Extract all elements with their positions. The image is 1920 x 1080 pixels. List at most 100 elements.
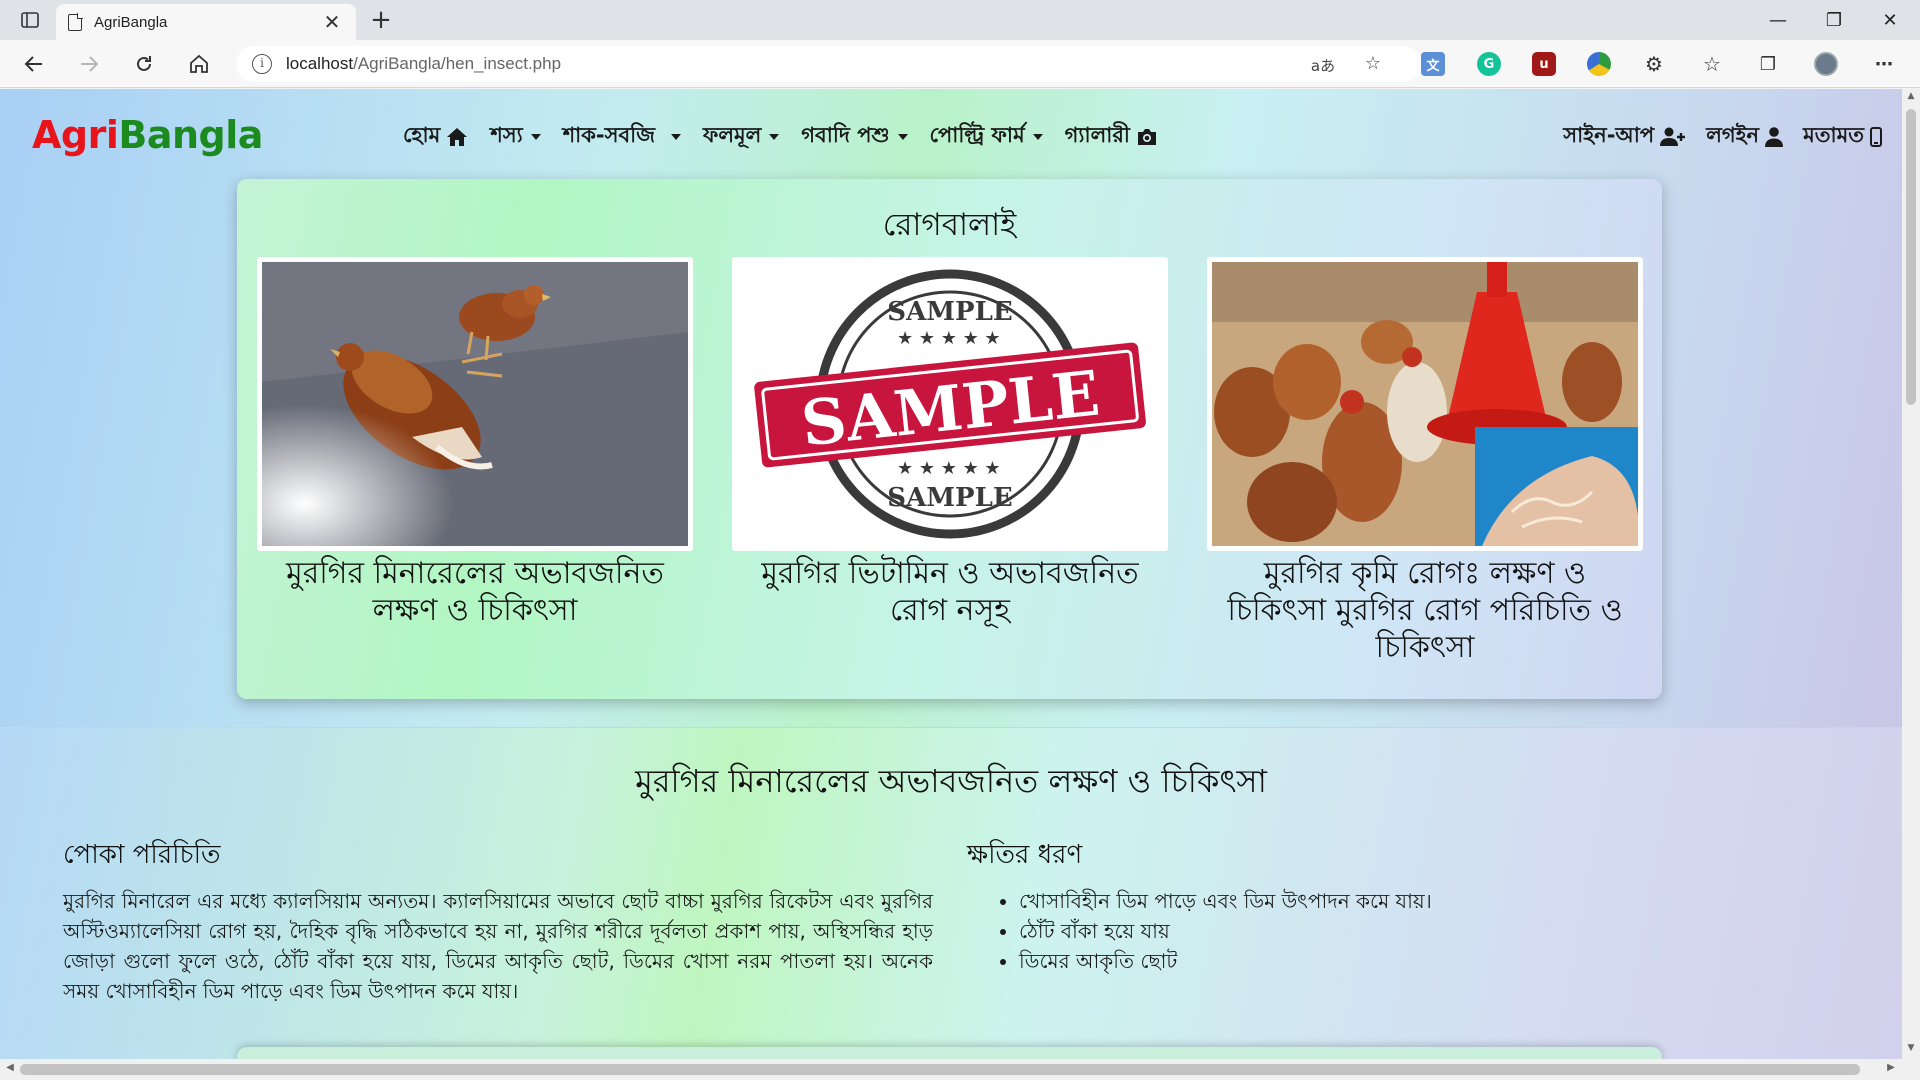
menu-item-fruits[interactable]: ফলমূল [702,119,780,154]
disease-gallery-panel: রোগবালাই মুরগির মিনারেলের অভাবজনিত লক্ষণ… [237,179,1662,699]
caret-down-icon [897,133,908,140]
tab-close-button[interactable]: ✕ [320,10,344,34]
browser-toolbar: i localhost/AgriBangla/hen_insect.php aあ… [0,40,1920,88]
tab-actions-icon [21,12,39,28]
page-icon [68,12,83,31]
vertical-scroll-thumb[interactable] [1906,109,1916,405]
article-section: মুরগির মিনারেলের অভাবজনিত লক্ষণ ও চিকিৎস… [0,727,1902,1059]
scroll-left-icon[interactable]: ◀ [3,1062,17,1073]
login-label: লগইন [1706,123,1760,147]
url-host: localhost [286,54,354,73]
hens-feeder-worms-photo[interactable] [1212,262,1638,546]
vertical-scrollbar[interactable]: ▲ ▼ [1902,89,1920,1059]
caret-down-icon [1032,133,1043,140]
site-info-icon[interactable]: i [252,54,272,74]
tab-title: AgriBangla [94,13,168,31]
more-options-icon[interactable]: ⋯ [1872,52,1896,76]
horizontal-scrollbar[interactable]: ◀ ▶ [0,1059,1920,1080]
menu-item-poultry[interactable]: পোল্ট্রি ফার্ম [930,119,1043,154]
card-caption[interactable]: মুরগির ভিটামিন ও অভাবজনিত রোগ নসূহ [732,555,1168,629]
translate-extension-icon[interactable]: 文 [1421,52,1445,76]
menu-label: হোম [403,123,441,147]
menu-item-gallery[interactable]: গ্যালারী [1065,119,1158,154]
user-icon [1765,126,1784,147]
next-panel-edge [237,1047,1662,1059]
disease-card[interactable]: মুরগির কৃমি রোগঃ লক্ষণ ও চিকিৎসা মুরগির … [1207,257,1643,666]
url-path: /AgriBangla/hen_insect.php [353,54,562,73]
read-aloud-icon[interactable]: aあ [1310,55,1336,77]
camera-icon [1137,128,1156,145]
sick-chickens-photo[interactable] [262,262,688,546]
favorite-add-icon[interactable]: ☆ [1360,53,1386,75]
scroll-right-icon[interactable]: ▶ [1884,1062,1898,1073]
minimize-button[interactable]: — [1750,0,1806,40]
menu-item-vegetables[interactable]: শাক-সবজি [563,119,681,154]
favorites-icon[interactable]: ☆ [1700,52,1724,76]
card-image-frame: SAMPLE SAMPLE ★ ★ ★ ★ ★ ★ ★ ★ ★ ★ SAMPLE [732,257,1168,551]
user-plus-icon [1660,127,1686,146]
profile-avatar[interactable] [1814,52,1838,76]
star-icon: ★ ★ ★ ★ ★ [897,458,1001,479]
menu-label: গ্যালারী [1064,123,1130,147]
home-outline-icon [190,54,208,73]
feedback-link[interactable]: মতামত [1803,119,1882,154]
new-tab-button[interactable]: + [366,6,396,34]
address-bar[interactable]: i localhost/AgriBangla/hen_insect.php aあ… [236,46,1422,82]
insect-intro-column: পোকা পরিচিতি মুরগির মিনারেল এর মধ্যে ক্য… [63,834,933,1006]
disease-card[interactable]: SAMPLE SAMPLE ★ ★ ★ ★ ★ ★ ★ ★ ★ ★ SAMPLE… [732,257,1168,629]
collections-icon[interactable]: ❐ [1756,52,1780,76]
brand-part2: Bangla [118,113,263,157]
feedback-label: মতামত [1803,123,1864,147]
brand-logo[interactable]: AgriBangla [32,113,263,157]
brand-part1: Agri [32,113,119,157]
insect-intro-heading: পোকা পরিচিতি [63,840,221,870]
scroll-down-icon[interactable]: ▼ [1902,1043,1920,1057]
menu-label: গবাদি পশু [801,123,890,147]
site-navbar: AgriBangla হোম শস্য শাক-সবজি ফলমূল গবাদি… [0,89,1902,177]
refresh-button[interactable] [127,48,161,80]
tab-actions-button[interactable] [14,8,46,32]
signup-link[interactable]: সাইন-আপ [1563,119,1686,154]
home-button[interactable] [182,48,216,80]
list-item: ডিমের আকৃতি ছোট [1019,946,1667,976]
card-caption[interactable]: মুরগির মিনারেলের অভাবজনিত লক্ষণ ও চিকিৎস… [257,555,693,629]
scroll-up-icon[interactable]: ▲ [1902,91,1920,105]
page-viewport: AgriBangla হোম শস্য শাক-সবজি ফলমূল গবাদি… [0,89,1902,1059]
url-text: localhost/AgriBangla/hen_insect.php [286,54,561,74]
menu-item-livestock[interactable]: গবাদি পশু [801,119,908,154]
forward-arrow-icon [81,56,99,72]
close-window-button[interactable]: ✕ [1862,0,1918,40]
mobile-icon [1870,126,1882,147]
back-button[interactable] [17,48,51,80]
damage-type-column: ক্ষতির ধরণ খোসাবিহীন ডিম পাড়ে এবং ডিম উ… [967,834,1667,976]
color-extension-icon[interactable] [1587,52,1611,76]
ublock-extension-icon[interactable]: u [1532,52,1556,76]
restore-button[interactable]: ❐ [1806,0,1862,40]
disease-card[interactable]: মুরগির মিনারেলের অভাবজনিত লক্ষণ ও চিকিৎস… [257,257,693,629]
login-link[interactable]: লগইন [1706,119,1784,154]
home-icon [447,127,468,146]
insect-intro-text: মুরগির মিনারেল এর মধ্যে ক্যালসিয়াম অন্য… [63,889,933,1003]
damage-type-heading: ক্ষতির ধরণ [967,840,1083,870]
menu-item-home[interactable]: হোম [403,119,468,154]
menu-label: ফলমূল [702,123,762,147]
caret-down-icon [670,133,681,140]
sample-stamp-image[interactable]: SAMPLE SAMPLE ★ ★ ★ ★ ★ ★ ★ ★ ★ ★ SAMPLE [737,262,1163,546]
grammarly-extension-icon[interactable]: G [1477,52,1501,76]
stamp-top-text: SAMPLE [887,297,1012,327]
list-item: খোসাবিহীন ডিম পাড়ে এবং ডিম উৎপাদন কমে য… [1019,886,1667,916]
browser-tab[interactable]: AgriBangla ✕ [56,4,356,40]
menu-item-crops[interactable]: শস্য [490,119,541,154]
damage-list: খোসাবিহীন ডিম পাড়ে এবং ডিম উৎপাদন কমে য… [1019,886,1667,976]
browser-tabstrip: AgriBangla ✕ + — ❐ ✕ [0,0,1920,40]
article-title: মুরগির মিনারেলের অভাবজনিত লক্ষণ ও চিকিৎস… [635,762,1267,800]
card-caption[interactable]: মুরগির কৃমি রোগঃ লক্ষণ ও চিকিৎসা মুরগির … [1207,555,1643,666]
stamp-bottom-text: SAMPLE [887,483,1012,513]
gallery-title: রোগবালাই [882,207,1017,243]
horizontal-scroll-thumb[interactable] [20,1064,1860,1075]
extensions-icon[interactable]: ⚙ [1642,52,1666,76]
caret-down-icon [530,133,541,140]
menu-label: পোল্ট্রি ফার্ম [929,123,1025,147]
caret-down-icon [769,133,780,140]
forward-button[interactable] [72,48,106,80]
